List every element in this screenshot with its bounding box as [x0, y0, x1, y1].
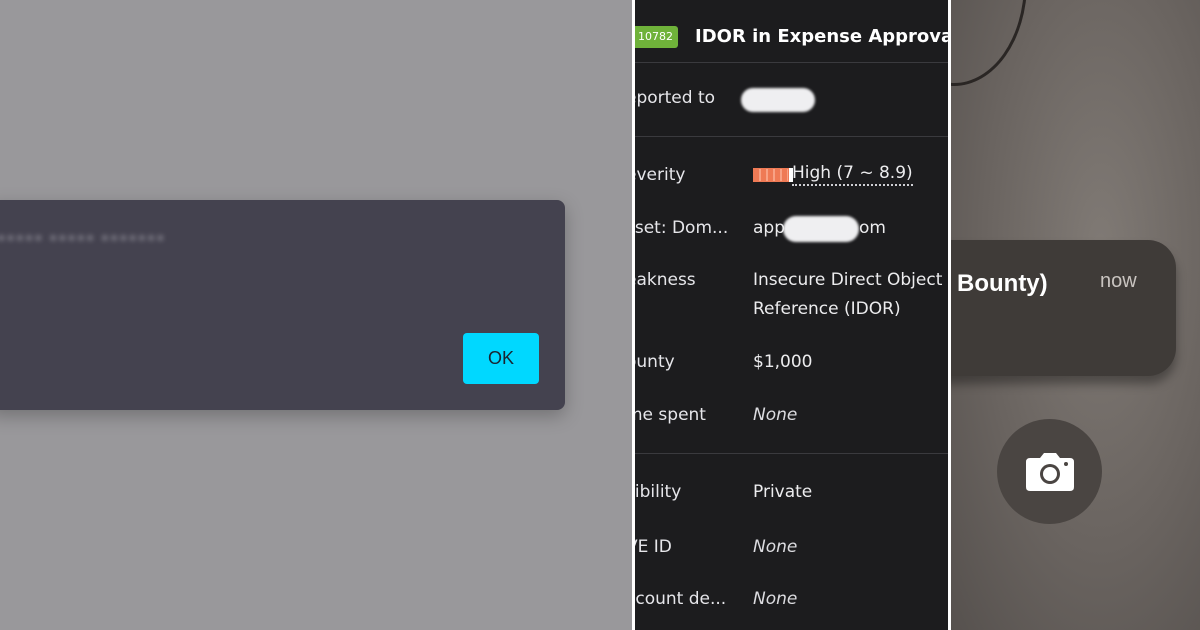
notification-time: now	[1100, 270, 1137, 292]
asset-value-prefix: app	[753, 218, 785, 238]
cve-id-label: VE ID	[635, 537, 672, 557]
account-label: ccount de...	[632, 589, 727, 609]
alert-dialog: •••••• ••••• ••••••• OK	[0, 200, 565, 410]
ok-button[interactable]: OK	[463, 333, 539, 384]
weakness-label: eakness	[632, 270, 696, 290]
browser-backdrop: •••••• ••••• ••••••• OK	[0, 0, 632, 630]
visibility-label: sibility	[634, 482, 682, 502]
camera-icon	[1025, 452, 1074, 491]
cve-id-value: None	[753, 537, 798, 557]
severity-meter	[753, 168, 793, 182]
reported-to-label: eported to	[632, 88, 716, 108]
severity-value[interactable]: High (7 ~ 8.9)	[792, 163, 913, 186]
notification-card[interactable]: Bounty) now	[951, 240, 1176, 376]
bounty-label: ounty	[635, 352, 675, 372]
divider	[635, 136, 948, 137]
report-title: IDOR in Expense Approval	[695, 26, 951, 47]
asset-label: sset: Dom...	[632, 218, 729, 238]
report-header: 10782 IDOR in Expense Approval	[635, 0, 948, 63]
phone-lockscreen: Bounty) now	[951, 0, 1200, 630]
asset-redaction	[783, 216, 859, 242]
reported-to-redaction	[741, 88, 815, 112]
divider	[635, 453, 948, 454]
asset-value-suffix: om	[859, 218, 886, 238]
visibility-value: Private	[753, 482, 813, 502]
camera-button[interactable]	[997, 419, 1102, 524]
weakness-value-line1: Insecure Direct Object	[753, 270, 943, 290]
notification-title: Bounty)	[957, 270, 1048, 297]
time-spent-label: me spent	[632, 405, 706, 425]
severity-label: everity	[635, 165, 686, 185]
bounty-value: $1,000	[753, 352, 813, 372]
report-id-badge: 10782	[635, 26, 678, 48]
alert-message-redacted: •••••• ••••• •••••••	[0, 231, 166, 247]
weakness-value-line2: Reference (IDOR)	[753, 299, 901, 319]
wallpaper-decoration	[951, 0, 1027, 86]
report-panel: 10782 IDOR in Expense Approval eported t…	[632, 0, 951, 630]
account-value: None	[753, 589, 798, 609]
time-spent-value: None	[753, 405, 798, 425]
